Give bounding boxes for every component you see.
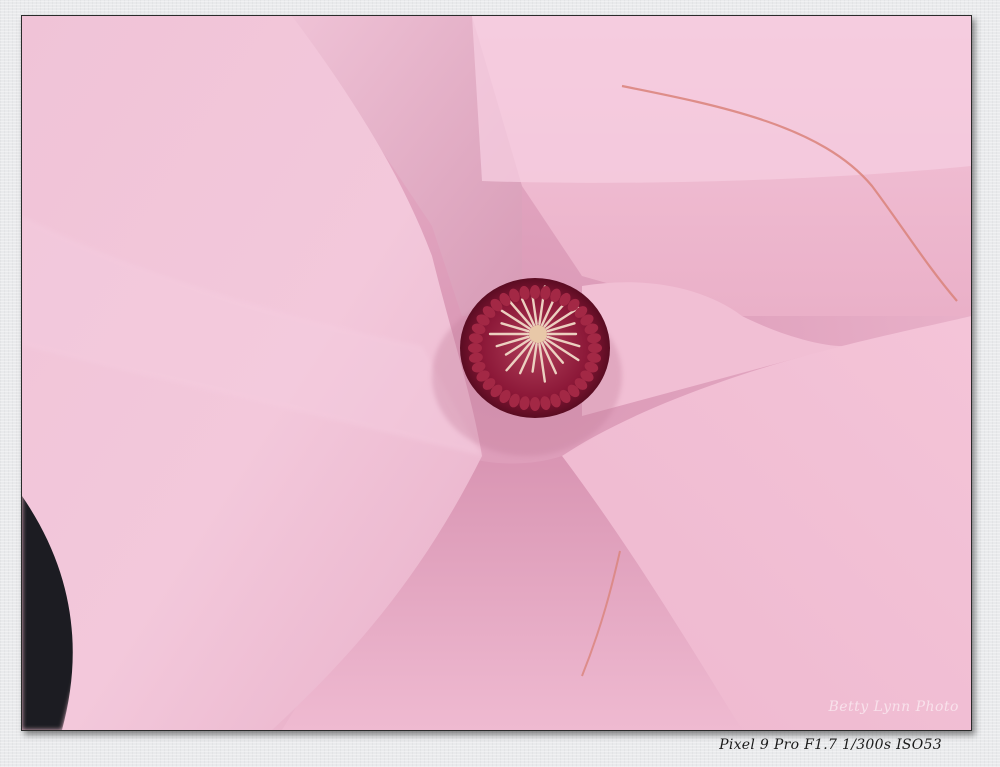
stamen-bump <box>530 397 540 411</box>
magnolia-photo <box>22 16 971 730</box>
stamen-bump <box>468 343 482 353</box>
stamen-bump <box>588 343 602 353</box>
stamen-cluster <box>460 278 610 418</box>
photo-frame: Betty Lynn Photo <box>21 15 972 731</box>
watermark: Betty Lynn Photo <box>828 699 959 715</box>
camera-settings-caption: Pixel 9 Pro F1.7 1/300s ISO53 <box>719 737 942 753</box>
stamen-bump <box>530 285 540 299</box>
